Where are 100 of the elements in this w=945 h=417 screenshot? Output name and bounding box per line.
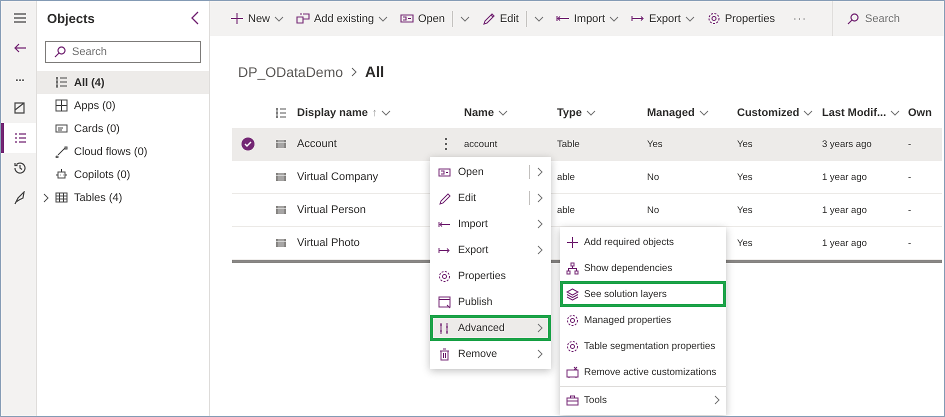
menu-item[interactable]: Table segmentation properties [560,333,726,359]
plus-icon [566,236,579,248]
history-icon [13,161,27,175]
table-icon [276,173,286,181]
column-header[interactable]: Last Modif... [822,107,900,119]
rail-button[interactable] [1,123,36,153]
nav-item[interactable]: Cloud flows (0) [37,140,209,163]
table-cell: able [557,172,575,182]
toolbar-button[interactable]: Export [629,10,697,27]
table-cell: Yes [737,238,752,248]
back-arrow-icon [13,41,27,55]
toolbar-button[interactable]: Add existing [294,10,390,27]
column-header[interactable]: Own [908,107,932,119]
hierarchy-icon [566,262,579,274]
toolbar-button[interactable]: New [228,10,286,27]
chevron-right-icon [537,349,543,359]
table-icon [55,191,68,204]
list-icon [13,131,27,145]
nav-label: Cards (0) [74,122,120,134]
toolbar-button[interactable]: Import [554,10,622,27]
caret-icon [274,16,284,22]
menu-item[interactable]: Add required objects [560,229,726,255]
search-icon [847,12,859,24]
chevron-right-icon [43,192,49,202]
table-cell: No [647,172,660,182]
table-cell: - [908,172,912,182]
nav-label: Apps (0) [74,100,116,112]
column-header[interactable]: Managed [647,107,709,119]
menu-item[interactable]: Remove [430,341,551,367]
nav-label: Cloud flows (0) [74,146,148,158]
card-icon [55,122,68,135]
table-cell: Virtual Company [297,171,378,183]
column-header[interactable]: Customized [737,107,814,119]
menu-item[interactable]: Open [430,159,551,185]
table-cell: - [908,138,912,150]
list-icon [55,76,68,89]
caret-icon [460,16,470,22]
menu-item[interactable]: Tools [560,387,726,413]
nav-item[interactable]: Cards (0) [37,117,209,140]
table-cell: Account [297,138,337,150]
table-cell: - [908,238,912,248]
menu-icon [13,11,27,25]
caret-icon [890,110,900,116]
pencil-icon [438,192,451,204]
toolbar-button[interactable]: Properties [704,10,777,27]
table-cell: able [557,204,575,216]
chevron-right-icon [351,67,358,77]
menu-item[interactable]: Remove active customizations [560,359,726,387]
column-header[interactable]: Display name ↑ [297,107,392,119]
nav-item[interactable]: Copilots (0) [37,163,209,186]
table-icon [276,206,286,214]
caret-icon [498,110,508,116]
layers-icon [566,288,579,300]
nav-item[interactable]: Apps (0) [37,94,209,117]
open-icon [400,12,414,25]
table-cell: Virtual Person [297,204,366,216]
table-cell: Yes [737,138,752,150]
table-cell: 1 year ago [822,204,867,216]
caret-icon [534,16,544,22]
caret-icon [586,110,596,116]
gear-icon [566,340,579,352]
search-field[interactable]: Search [865,12,925,24]
collapse-icon[interactable] [190,11,199,25]
bot-icon [55,168,68,181]
menu-item[interactable]: Advanced [430,315,551,341]
toolbar-button[interactable]: Open [398,8,472,28]
breadcrumb-link[interactable]: DP_ODataDemo [238,64,344,80]
column-header[interactable]: Name [464,107,508,119]
caret-icon [684,16,695,22]
chevron-right-icon [537,167,543,177]
nav-label: Tables (4) [74,192,122,204]
pencil-icon [482,12,496,25]
column-header[interactable]: Type [557,107,596,119]
checked-circle-icon[interactable] [241,137,256,151]
search-field[interactable]: Search [45,41,201,63]
advanced-icon [438,322,451,334]
menu-item[interactable]: Properties [430,263,551,289]
menu-item[interactable]: Export [430,237,551,263]
plus-icon [230,12,244,25]
menu-item[interactable]: See solution layers [560,281,726,307]
remove-icon [566,366,579,379]
rail-button[interactable]: ... [1,63,36,93]
sort-arrow: ↑ [372,107,378,119]
table-icon [276,239,286,247]
nav-item[interactable]: All (4) [37,71,209,94]
table-cell: No [647,204,660,216]
toolbar-button[interactable]: Edit [480,8,546,28]
add-existing-icon [296,12,310,25]
nav-item[interactable]: Tables (4) [37,186,209,209]
chevron-right-icon [714,395,720,405]
menu-item[interactable]: Managed properties [560,307,726,333]
menu-item[interactable]: Show dependencies [560,255,726,281]
more-button[interactable]: ··· [790,10,809,26]
table-row[interactable]: Account account Table Yes Yes 3 years ago - [232,128,942,161]
panel-title: Objects [47,10,95,26]
table-icon [276,140,286,148]
more-vertical-icon[interactable] [444,137,448,151]
gear-icon [438,270,451,282]
table-cell: account [464,138,498,150]
menu-item[interactable]: Publish [430,289,551,315]
